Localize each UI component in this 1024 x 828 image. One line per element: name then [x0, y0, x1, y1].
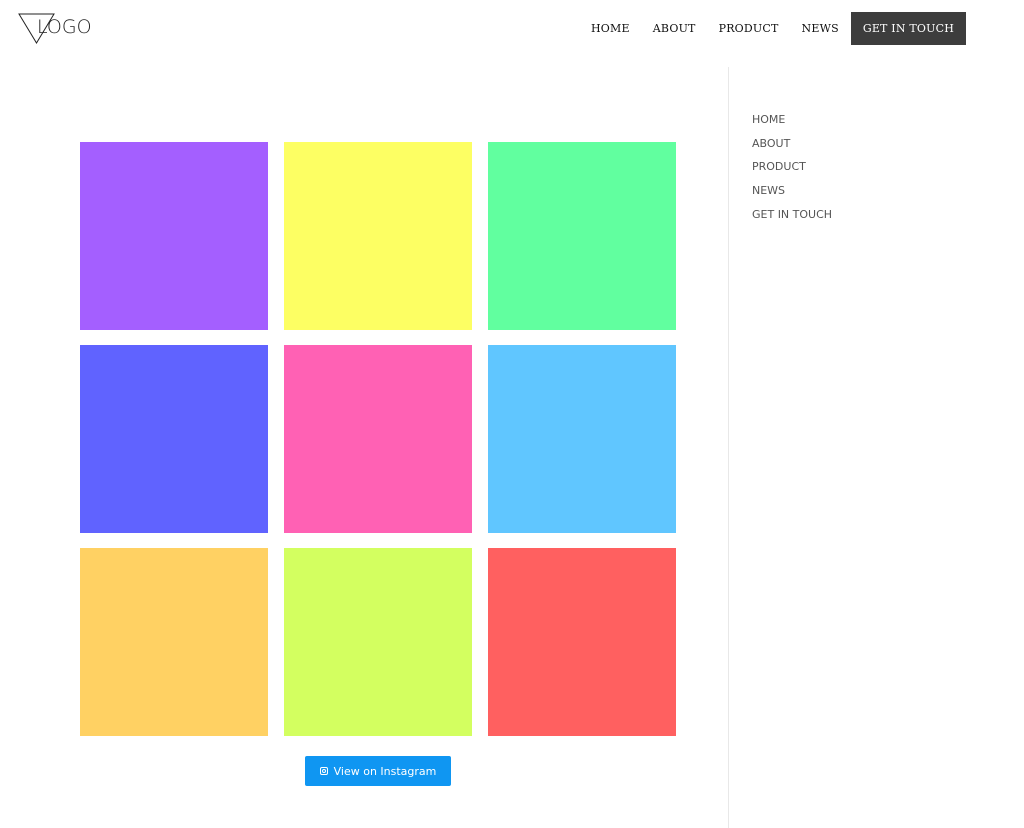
- nav-news-link[interactable]: NEWS: [802, 22, 839, 35]
- sidebar-item-home[interactable]: HOME: [752, 113, 832, 137]
- sidebar-item-get-in-touch[interactable]: GET IN TOUCH: [752, 208, 832, 232]
- gallery-tile[interactable]: [488, 548, 676, 736]
- nav-about-link[interactable]: ABOUT: [653, 22, 696, 35]
- instagram-grid: [80, 142, 676, 736]
- gallery-tile[interactable]: [488, 142, 676, 330]
- top-nav: HOME ABOUT PRODUCT NEWS GET IN TOUCH: [591, 12, 966, 45]
- sidebar-item-about[interactable]: ABOUT: [752, 137, 832, 161]
- gallery-tile[interactable]: [80, 548, 268, 736]
- nav-product-link[interactable]: PRODUCT: [719, 22, 779, 35]
- gallery-tile[interactable]: [80, 142, 268, 330]
- view-on-instagram-button[interactable]: View on Instagram: [305, 756, 451, 786]
- sidebar-divider: [728, 67, 729, 828]
- gallery-tile[interactable]: [284, 345, 472, 533]
- gallery-tile[interactable]: [284, 548, 472, 736]
- nav-home-link[interactable]: HOME: [591, 22, 630, 35]
- gallery-tile[interactable]: [488, 345, 676, 533]
- sidebar-nav: HOME ABOUT PRODUCT NEWS GET IN TOUCH: [752, 113, 832, 231]
- instagram-icon: [319, 767, 328, 775]
- sidebar-item-news[interactable]: NEWS: [752, 184, 832, 208]
- gallery-tile[interactable]: [80, 345, 268, 533]
- logo-text: LOGO: [37, 16, 92, 38]
- gallery-tile[interactable]: [284, 142, 472, 330]
- get-in-touch-button[interactable]: GET IN TOUCH: [850, 12, 966, 45]
- logo[interactable]: LOGO: [18, 13, 98, 45]
- view-on-instagram-label: View on Instagram: [333, 764, 437, 778]
- sidebar-item-product[interactable]: PRODUCT: [752, 160, 832, 184]
